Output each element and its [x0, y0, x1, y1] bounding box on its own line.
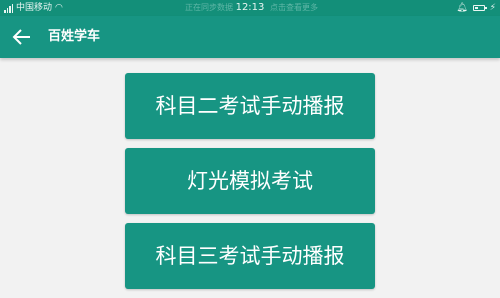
status-right: 🔔︎ ⚡︎	[456, 0, 496, 16]
bell-icon: 🔔︎	[456, 3, 468, 13]
app-bar: 百姓学车	[0, 16, 500, 58]
bolt-icon: ⚡︎	[489, 3, 496, 13]
menu-button-subject2-manual-broadcast[interactable]: 科目二考试手动播报	[125, 73, 375, 139]
menu-list: 科目二考试手动播报 灯光模拟考试 科目三考试手动播报	[125, 73, 375, 298]
arrow-left-icon	[12, 29, 30, 45]
status-time: 12:13	[235, 2, 265, 13]
app-title: 百姓学车	[48, 29, 101, 44]
status-center-right-faint: 点击查看更多	[270, 3, 318, 12]
battery-icon	[472, 5, 487, 11]
status-bar: 中国移动 ◠ 正在同步数据 12:13 点击查看更多 🔔︎ ⚡︎	[0, 0, 500, 16]
menu-button-subject3-manual-broadcast[interactable]: 科目三考试手动播报	[125, 223, 375, 289]
back-button[interactable]	[11, 27, 33, 47]
menu-button-light-simulation-exam[interactable]: 灯光模拟考试	[125, 148, 375, 214]
